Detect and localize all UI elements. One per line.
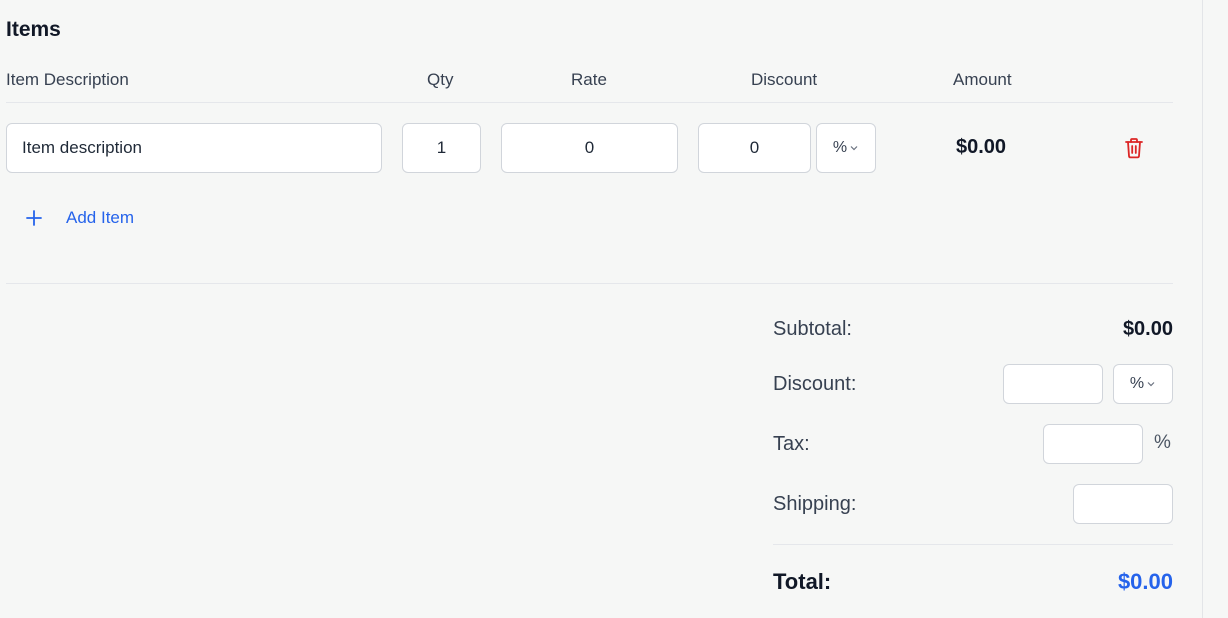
total-value: $0.00	[1117, 569, 1173, 594]
column-header-discount: Discount	[751, 70, 818, 89]
item-rate-value: 0	[584, 138, 595, 157]
discount-label: Discount:	[773, 373, 857, 395]
item-qty-value: 1	[436, 138, 447, 157]
trash-icon[interactable]	[1123, 136, 1145, 160]
item-discount-type-select[interactable]: %	[816, 123, 876, 173]
subtotal-value: $0.00	[1122, 318, 1173, 340]
item-discount-value: 0	[749, 138, 760, 157]
total-label: Total:	[773, 569, 832, 594]
section-title: Items	[6, 18, 61, 41]
column-header-qty: Qty	[427, 70, 454, 89]
item-discount-input[interactable]: 0	[698, 123, 811, 173]
chevron-down-icon	[850, 146, 858, 151]
summary-divider	[6, 283, 1173, 284]
add-item-button[interactable]: Add Item	[24, 205, 134, 231]
panel-divider	[1202, 0, 1203, 618]
plus-icon	[26, 210, 42, 226]
shipping-input[interactable]	[1073, 484, 1173, 524]
item-description-input[interactable]: Item description	[6, 123, 382, 173]
item-qty-input[interactable]: 1	[402, 123, 481, 173]
discount-type-select[interactable]: %	[1113, 364, 1173, 404]
column-header-description: Item Description	[6, 70, 129, 89]
item-rate-input[interactable]: 0	[501, 123, 678, 173]
tax-input[interactable]	[1043, 424, 1143, 464]
tax-percent-unit: %	[1154, 432, 1171, 453]
total-divider	[773, 544, 1173, 545]
item-description-placeholder: Item description	[22, 138, 142, 157]
discount-input[interactable]	[1003, 364, 1103, 404]
shipping-label: Shipping:	[773, 493, 857, 515]
header-divider	[6, 102, 1173, 103]
item-discount-type-value: %	[832, 139, 848, 156]
discount-type-value: %	[1129, 375, 1145, 392]
item-amount: $0.00	[956, 136, 1007, 158]
add-item-label: Add Item	[66, 208, 135, 227]
tax-label: Tax:	[773, 433, 810, 455]
column-header-rate: Rate	[571, 70, 607, 89]
column-header-amount: Amount	[953, 70, 1012, 89]
subtotal-label: Subtotal:	[773, 318, 852, 340]
chevron-down-icon	[1147, 382, 1155, 387]
